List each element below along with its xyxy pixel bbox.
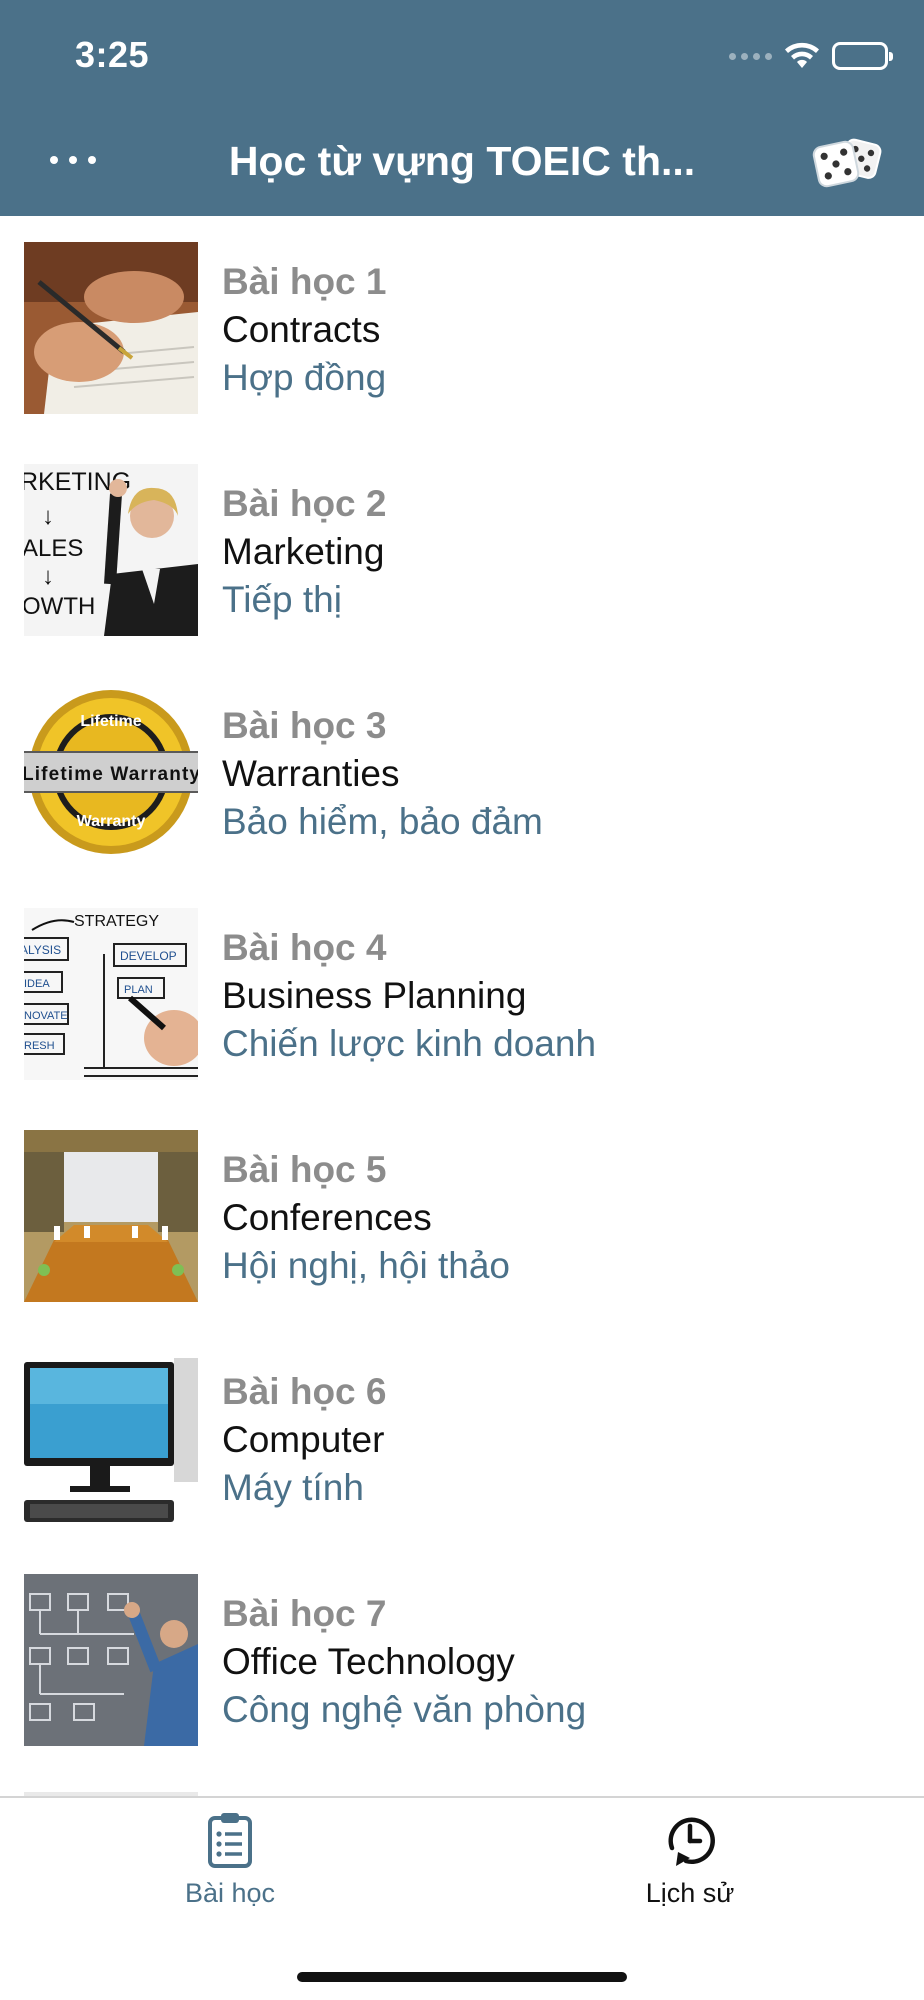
strategy-box-5: NOVATE — [24, 1010, 68, 1022]
navigation-bar: Học từ vựng TOEIC th... — [0, 120, 924, 200]
marketing-image-text-3: ALES — [24, 535, 83, 562]
home-indicator — [297, 1972, 627, 1982]
lesson-row-3[interactable]: Lifetime Warranty Lifetime Warranty Bài … — [0, 660, 924, 882]
lesson-number: Bài học 3 — [222, 705, 387, 746]
page-title: Học từ vựng TOEIC th... — [228, 138, 696, 184]
lesson-number: Bài học 1 — [222, 261, 387, 302]
lesson-number: Bài học 2 — [222, 483, 387, 524]
lesson-subtitle: Tiếp thị — [222, 579, 342, 620]
marketing-image-text-2: ↓ — [42, 503, 54, 530]
lesson-subtitle: Hội nghị, hội thảo — [222, 1245, 510, 1286]
lesson-number: Bài học 7 — [222, 1593, 387, 1634]
clipboard-list-icon — [208, 1813, 252, 1868]
cellular-signal-icon — [729, 52, 772, 60]
lesson-title: Office Technology — [222, 1641, 515, 1682]
strategy-box-6: RESH — [24, 1040, 55, 1052]
battery-icon — [832, 42, 893, 70]
wifi-icon — [785, 42, 819, 68]
tab-bar: Bài học Lịch sử — [0, 1796, 924, 2000]
lesson-row-6[interactable]: Bài học 6 Computer Máy tính — [0, 1326, 924, 1548]
tab-history-label: Lịch sử — [645, 1878, 735, 1908]
status-indicators — [729, 40, 893, 72]
history-clock-icon — [668, 1817, 715, 1866]
lesson-thumbnail-conferences — [24, 1130, 198, 1302]
lesson-row-4[interactable]: STRATEGY ALYSIS DEVELOP IDEA PLAN NOVATE… — [0, 882, 924, 1104]
lesson-subtitle: Chiến lược kinh doanh — [222, 1023, 597, 1064]
strategy-box-1: ALYSIS — [24, 943, 61, 957]
lesson-thumbnail-marketing: RKETING ↓ ALES ↓ OWTH — [24, 464, 198, 636]
lesson-row-7[interactable]: Bài học 7 Office Technology Công nghệ vă… — [0, 1548, 924, 1770]
lesson-number: Bài học 5 — [222, 1149, 387, 1190]
lesson-title: Conferences — [222, 1197, 432, 1238]
lesson-row-1[interactable]: Bài học 1 Contracts Hợp đồng — [0, 216, 924, 438]
strategy-text: STRATEGY — [74, 913, 159, 930]
lesson-subtitle: Hợp đồng — [222, 357, 387, 398]
header-bar: 3:25 Học từ vựng TOEIC th... — [0, 0, 924, 216]
tab-history[interactable]: Lịch sử — [540, 1810, 840, 1920]
status-time: 3:25 — [75, 34, 150, 75]
warranty-seal-bottom: Warranty — [77, 813, 146, 830]
lesson-row-5[interactable]: Bài học 5 Conferences Hội nghị, hội thảo — [0, 1104, 924, 1326]
lesson-row-2[interactable]: RKETING ↓ ALES ↓ OWTH Bài học 2 Marketin… — [0, 438, 924, 660]
warranty-seal-text: Lifetime Warranty — [24, 764, 198, 785]
lesson-thumbnail-warranties: Lifetime Warranty Lifetime Warranty — [24, 686, 198, 858]
lesson-subtitle: Công nghệ văn phòng — [222, 1689, 587, 1730]
lesson-thumbnail-contracts — [24, 242, 198, 414]
lesson-thumbnail-business-planning: STRATEGY ALYSIS DEVELOP IDEA PLAN NOVATE… — [24, 908, 198, 1080]
lesson-subtitle: Bảo hiểm, bảo đảm — [222, 801, 543, 842]
lesson-title: Business Planning — [222, 975, 527, 1016]
dice-icon[interactable] — [812, 130, 886, 194]
lesson-title: Warranties — [222, 753, 400, 794]
strategy-box-4: PLAN — [124, 984, 153, 996]
strategy-box-3: IDEA — [24, 978, 50, 990]
lesson-thumbnail-office-technology — [24, 1574, 198, 1746]
lesson-title: Computer — [222, 1419, 385, 1460]
tab-lessons[interactable]: Bài học — [80, 1810, 380, 1920]
lesson-number: Bài học 6 — [222, 1371, 387, 1412]
strategy-box-2: DEVELOP — [120, 949, 177, 963]
lesson-title: Marketing — [222, 531, 385, 572]
marketing-image-text-4: ↓ — [42, 563, 54, 590]
lesson-title: Contracts — [222, 309, 381, 350]
lesson-thumbnail-computer — [24, 1352, 198, 1524]
ellipsis-icon[interactable] — [50, 140, 96, 180]
marketing-image-text-5: OWTH — [24, 593, 95, 620]
lesson-list: Bài học 1 Contracts Hợp đồng RKETING ↓ A… — [0, 216, 924, 1796]
tab-lessons-label: Bài học — [184, 1878, 276, 1908]
warranty-seal-top: Lifetime — [80, 713, 141, 730]
lesson-number: Bài học 4 — [222, 927, 387, 968]
lesson-subtitle: Máy tính — [222, 1467, 364, 1508]
